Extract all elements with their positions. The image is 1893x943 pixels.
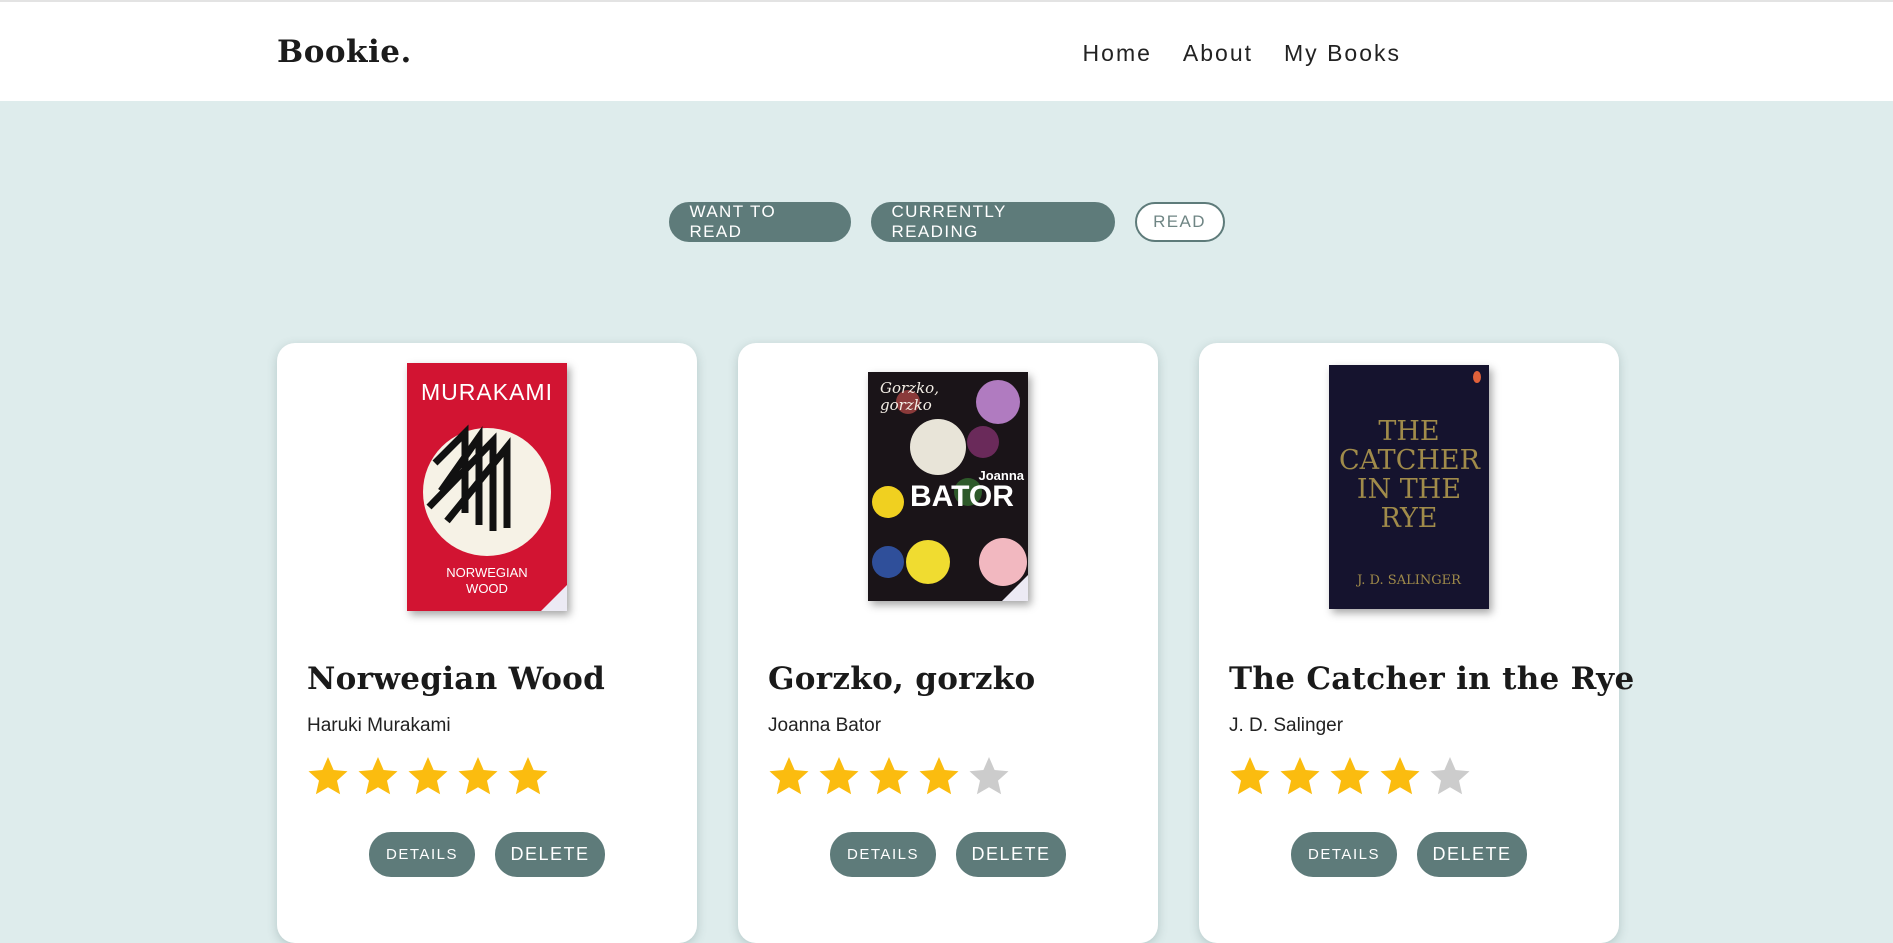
delete-button[interactable]: DELETE (495, 832, 605, 877)
star-filled-icon[interactable] (1229, 755, 1271, 797)
star-empty-icon[interactable] (1429, 755, 1471, 797)
book-cover-image: Gorzko, gorzko Joanna BATOR (868, 372, 1028, 601)
card-actions: DETAILS DELETE (738, 832, 1158, 877)
star-filled-icon[interactable] (768, 755, 810, 797)
book-card: Gorzko, gorzko Joanna BATOR Gorzko, gorz… (738, 343, 1158, 943)
cover-bottom-text: BATOR (910, 480, 1014, 513)
star-rating[interactable] (768, 755, 1010, 797)
filter-currently-reading-button[interactable]: CURRENTLY READING (870, 202, 1115, 242)
shelf-filter-group: WANT TO READ CURRENTLY READING READ (0, 202, 1893, 242)
cover-bottom-text: J. D. SALINGER (1357, 573, 1461, 588)
details-button[interactable]: DETAILS (369, 832, 475, 877)
book-cover-image: MURAKAMI NORWEGIAN WOOD (407, 363, 567, 611)
delete-button[interactable]: DELETE (1417, 832, 1527, 877)
page-curl (541, 585, 567, 611)
book-card: MURAKAMI NORWEGIAN WOOD Norwegian Wood H… (277, 343, 697, 943)
book-title: Norwegian Wood (307, 661, 606, 697)
main-nav: Home About My Books (1083, 40, 1401, 67)
star-rating[interactable] (307, 755, 549, 797)
star-filled-icon[interactable] (457, 755, 499, 797)
card-actions: DETAILS DELETE (1199, 832, 1619, 877)
star-filled-icon[interactable] (357, 755, 399, 797)
book-author: Haruki Murakami (307, 715, 451, 736)
star-filled-icon[interactable] (1329, 755, 1371, 797)
star-filled-icon[interactable] (818, 755, 860, 797)
brand-logo[interactable]: Bookie. (277, 34, 412, 70)
book-author: Joanna Bator (768, 715, 882, 736)
delete-button[interactable]: DELETE (956, 832, 1066, 877)
filter-read-button[interactable]: READ (1134, 202, 1225, 242)
star-rating[interactable] (1229, 755, 1471, 797)
star-filled-icon[interactable] (868, 755, 910, 797)
star-filled-icon[interactable] (507, 755, 549, 797)
filter-want-to-read-button[interactable]: WANT TO READ (668, 202, 851, 242)
book-cover-image: THE CATCHER IN THE RYE J. D. SALINGER (1329, 365, 1489, 609)
star-filled-icon[interactable] (918, 755, 960, 797)
details-button[interactable]: DETAILS (1291, 832, 1397, 877)
penguin-logo-icon (1473, 371, 1481, 383)
book-card: THE CATCHER IN THE RYE J. D. SALINGER Th… (1199, 343, 1634, 943)
book-title: The Catcher in the Rye (1229, 661, 1635, 697)
cover-bottom-text: NORWEGIAN WOOD (446, 565, 528, 596)
page-curl (1002, 575, 1028, 601)
book-title: Gorzko, gorzko (768, 661, 1036, 697)
star-filled-icon[interactable] (1279, 755, 1321, 797)
nav-my-books-link[interactable]: My Books (1284, 40, 1401, 67)
details-button[interactable]: DETAILS (830, 832, 936, 877)
book-author: J. D. Salinger (1229, 715, 1344, 736)
star-filled-icon[interactable] (307, 755, 349, 797)
cover-top-text: THE CATCHER IN THE RYE (1339, 416, 1480, 534)
cover-top-text: Gorzko, gorzko (880, 379, 939, 414)
card-actions: DETAILS DELETE (277, 832, 697, 877)
star-empty-icon[interactable] (968, 755, 1010, 797)
nav-about-link[interactable]: About (1183, 40, 1253, 67)
star-filled-icon[interactable] (407, 755, 449, 797)
top-navbar: Bookie. Home About My Books (0, 0, 1893, 101)
nav-home-link[interactable]: Home (1083, 40, 1152, 67)
star-filled-icon[interactable] (1379, 755, 1421, 797)
